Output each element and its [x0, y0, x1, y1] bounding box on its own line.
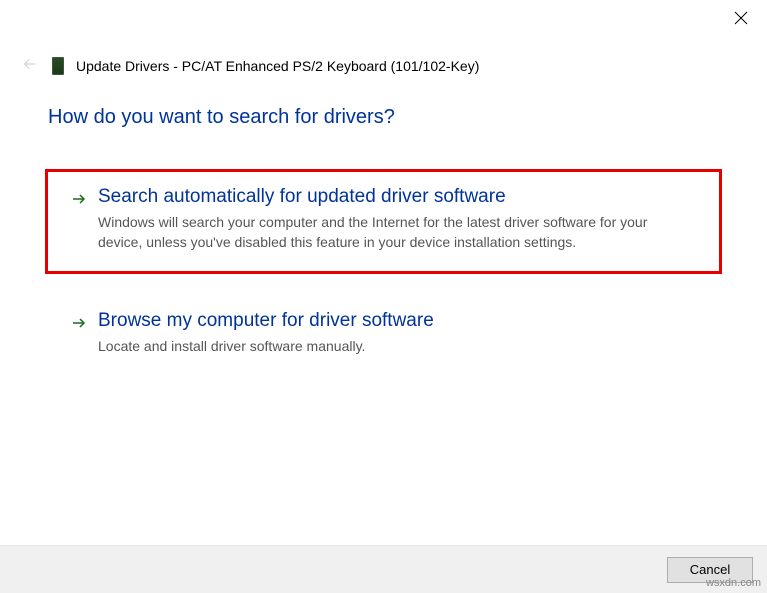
- arrow-right-icon: [72, 310, 86, 335]
- option-description: Windows will search your computer and th…: [98, 212, 695, 253]
- back-arrow-icon: [21, 55, 39, 78]
- close-icon: [734, 11, 748, 30]
- titlebar: [0, 0, 767, 42]
- watermark-text: wsxdn.com: [706, 577, 761, 589]
- option-title: Browse my computer for driver software: [98, 310, 695, 332]
- option-browse-computer[interactable]: Browse my computer for driver software L…: [48, 296, 719, 374]
- option-body: Browse my computer for driver software L…: [98, 310, 695, 356]
- dialog-title: Update Drivers - PC/AT Enhanced PS/2 Key…: [76, 58, 479, 74]
- option-description: Locate and install driver software manua…: [98, 336, 695, 356]
- update-drivers-dialog: Update Drivers - PC/AT Enhanced PS/2 Key…: [0, 0, 767, 593]
- arrow-right-icon: [72, 186, 86, 211]
- header-row: Update Drivers - PC/AT Enhanced PS/2 Key…: [0, 42, 767, 76]
- content-area: How do you want to search for drivers? S…: [0, 76, 767, 545]
- keyboard-device-icon: [52, 57, 64, 75]
- option-search-automatically[interactable]: Search automatically for updated driver …: [45, 169, 722, 274]
- option-body: Search automatically for updated driver …: [98, 186, 695, 253]
- page-heading: How do you want to search for drivers?: [48, 106, 719, 129]
- footer-bar: Cancel: [0, 545, 767, 593]
- close-button[interactable]: [733, 12, 749, 28]
- back-button[interactable]: [20, 56, 40, 76]
- option-title: Search automatically for updated driver …: [98, 186, 695, 208]
